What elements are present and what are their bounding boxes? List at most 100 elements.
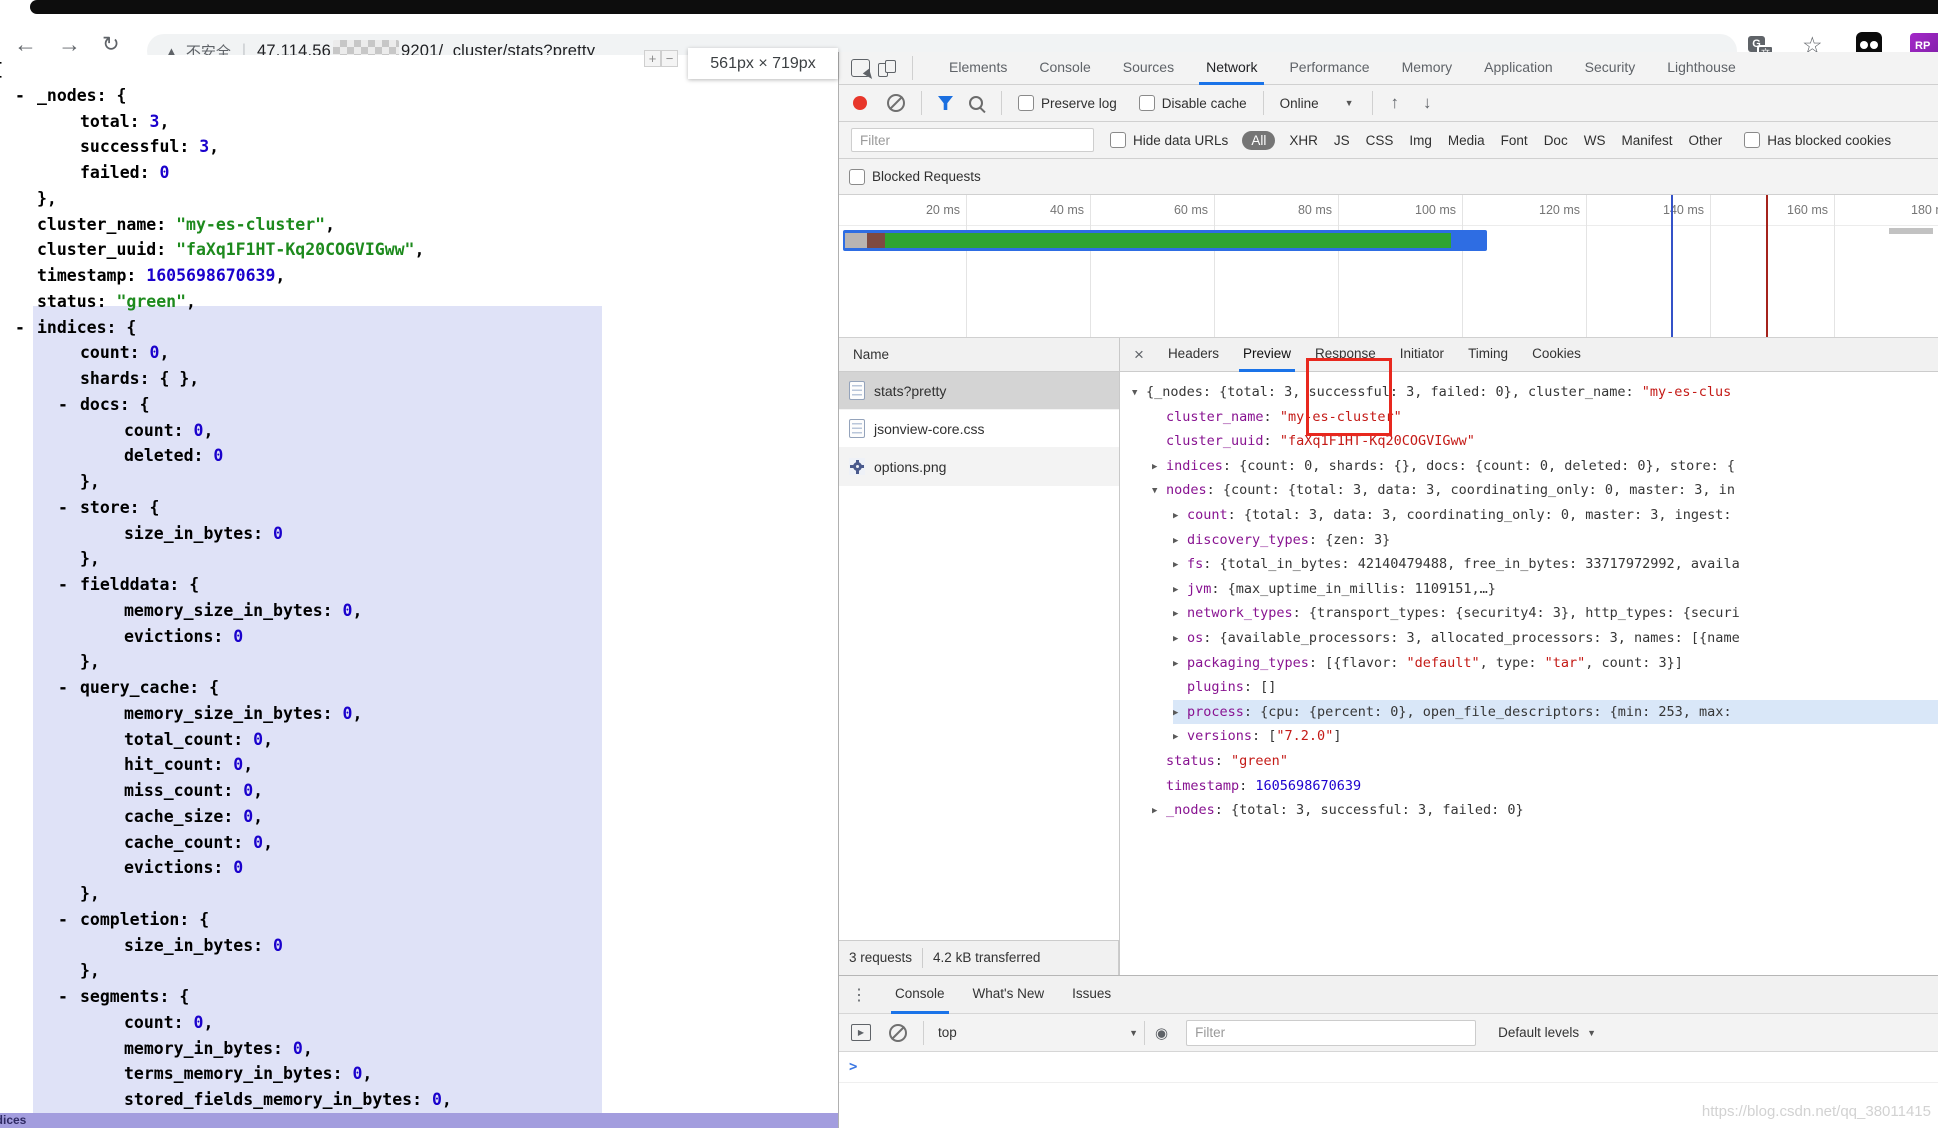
collapse-toggle-icon[interactable]: -: [58, 984, 80, 1010]
collapse-toggle-icon[interactable]: -: [15, 315, 37, 341]
reload-icon[interactable]: ↻: [102, 33, 120, 56]
detail-tab-preview[interactable]: Preview: [1231, 338, 1303, 372]
search-icon[interactable]: [969, 96, 983, 110]
tab-network[interactable]: Network: [1193, 52, 1270, 85]
preview-line[interactable]: ▼ {_nodes: {total: 3, successful: 3, fail…: [1132, 380, 1938, 405]
triangle-closed-icon[interactable]: ▶: [1173, 725, 1187, 750]
live-expression-eye-icon[interactable]: ◉: [1155, 1024, 1168, 1042]
collapse-toggle-icon[interactable]: -: [58, 572, 80, 598]
tab-console[interactable]: Console: [1026, 52, 1103, 85]
drawer-tab-issues[interactable]: Issues: [1058, 976, 1125, 1014]
preview-line[interactable]: ▶ discovery_types: {zen: 3}: [1173, 528, 1938, 553]
detail-tab-timing[interactable]: Timing: [1456, 338, 1520, 372]
type-pill-doc[interactable]: Doc: [1544, 133, 1568, 148]
filter-funnel-icon[interactable]: [938, 96, 953, 110]
triangle-closed-icon[interactable]: ▶: [1173, 529, 1187, 554]
tab-performance[interactable]: Performance: [1276, 52, 1382, 85]
device-toolbar-icon[interactable]: [878, 59, 896, 77]
close-icon[interactable]: ×: [1120, 345, 1156, 365]
triangle-closed-icon[interactable]: ▶: [1173, 504, 1187, 529]
request-row-jsonview-core-css[interactable]: jsonview-core.css: [839, 410, 1119, 448]
network-filter-input[interactable]: [851, 128, 1094, 152]
console-filter-input[interactable]: [1186, 1019, 1477, 1046]
export-har-icon[interactable]: ↓: [1423, 93, 1432, 113]
preview-line[interactable]: ▶ process: {cpu: {percent: 0}, open_file_…: [1173, 699, 1938, 726]
request-row-options-png[interactable]: options.png: [839, 448, 1119, 486]
triangle-closed-icon[interactable]: ▶: [1173, 627, 1187, 652]
tab-lighthouse[interactable]: Lighthouse: [1654, 52, 1749, 85]
type-pill-css[interactable]: CSS: [1366, 133, 1394, 148]
console-prompt-row[interactable]: >: [839, 1052, 1938, 1083]
preview-line[interactable]: ▶ versions: ["7.2.0"]: [1173, 724, 1938, 749]
type-pill-js[interactable]: JS: [1334, 133, 1350, 148]
tab-elements[interactable]: Elements: [936, 52, 1020, 85]
triangle-closed-icon[interactable]: ▶: [1173, 652, 1187, 677]
throttling-dropdown[interactable]: Online ▼: [1280, 96, 1354, 111]
tab-sources[interactable]: Sources: [1110, 52, 1187, 85]
preview-line[interactable]: ▶ fs: {total_in_bytes: 42140479488, free_…: [1173, 552, 1938, 577]
back-icon[interactable]: ←: [14, 33, 37, 56]
type-pill-media[interactable]: Media: [1448, 133, 1485, 148]
type-pill-img[interactable]: Img: [1409, 133, 1432, 148]
triangle-open-icon[interactable]: ▼: [1132, 381, 1146, 406]
clear-icon[interactable]: [887, 94, 905, 112]
preserve-log-checkbox[interactable]: [1018, 95, 1034, 111]
console-clear-icon[interactable]: [889, 1023, 907, 1042]
preview-line[interactable]: ▼ nodes: {count: {total: 3, data: 3, coor…: [1152, 478, 1938, 503]
collapse-toggle-icon[interactable]: -: [58, 392, 80, 418]
triangle-closed-icon[interactable]: ▶: [1173, 602, 1187, 627]
collapse-toggle-icon[interactable]: -: [58, 907, 80, 933]
preview-line[interactable]: ▶ count: {total: 3, data: 3, coordinating…: [1173, 503, 1938, 528]
record-icon[interactable]: [853, 96, 867, 110]
type-pill-all[interactable]: All: [1242, 130, 1276, 150]
log-levels-dropdown[interactable]: Default levels ▼: [1498, 1025, 1596, 1040]
panel-splitter[interactable]: [1119, 338, 1120, 975]
triangle-open-icon[interactable]: ▼: [1152, 479, 1166, 504]
tab-security[interactable]: Security: [1572, 52, 1649, 85]
execution-context-dropdown[interactable]: top ▼: [938, 1025, 1138, 1040]
zoom-out-button[interactable]: −: [661, 50, 678, 67]
preview-line[interactable]: ▶ jvm: {max_uptime_in_millis: 1109151,…}: [1173, 577, 1938, 602]
type-pill-ws[interactable]: WS: [1584, 133, 1606, 148]
preview-line[interactable]: ▶ os: {available_processors: 3, allocated…: [1173, 626, 1938, 651]
preview-line[interactable]: ▶ indices: {count: 0, shards: {}, docs: {…: [1152, 454, 1938, 479]
requests-name-column-header[interactable]: Name: [839, 338, 1119, 372]
drawer-tab-console[interactable]: Console: [881, 976, 959, 1014]
preview-line[interactable]: ▶ network_types: {transport_types: {secur…: [1173, 601, 1938, 626]
has-blocked-cookies-checkbox[interactable]: [1744, 132, 1761, 148]
disable-cache-checkbox[interactable]: [1138, 95, 1155, 111]
preview-line[interactable]: status: "green": [1152, 749, 1938, 774]
type-pill-font[interactable]: Font: [1501, 133, 1528, 148]
blocked-requests-checkbox[interactable]: [849, 168, 865, 185]
preview-line[interactable]: cluster_uuid: "faXq1F1HT-Kq20COGVIGww": [1152, 429, 1938, 454]
preview-line[interactable]: timestamp: 1605698670639: [1152, 774, 1938, 799]
zoom-in-button[interactable]: +: [644, 50, 661, 67]
collapse-toggle-icon[interactable]: -: [15, 83, 37, 109]
type-pill-manifest[interactable]: Manifest: [1621, 133, 1672, 148]
preview-line[interactable]: ▶ packaging_types: [{flavor: "default", t…: [1173, 651, 1938, 676]
detail-tab-initiator[interactable]: Initiator: [1388, 338, 1456, 372]
inspect-element-icon[interactable]: [851, 59, 870, 77]
kebab-menu-icon[interactable]: ⋮: [839, 985, 881, 1005]
request-row-stats-pretty[interactable]: stats?pretty: [839, 372, 1119, 410]
detail-tab-headers[interactable]: Headers: [1156, 338, 1231, 372]
triangle-closed-icon[interactable]: ▶: [1152, 799, 1166, 824]
preview-line[interactable]: cluster_name: "my-es-cluster": [1152, 405, 1938, 430]
hide-data-urls-checkbox[interactable]: [1110, 132, 1126, 148]
triangle-closed-icon[interactable]: ▶: [1173, 553, 1187, 578]
collapse-toggle-icon[interactable]: -: [58, 495, 80, 521]
detail-tab-cookies[interactable]: Cookies: [1520, 338, 1593, 372]
collapse-toggle-icon[interactable]: -: [58, 675, 80, 701]
triangle-closed-icon[interactable]: ▶: [1173, 701, 1187, 726]
drawer-tab-what-s-new[interactable]: What's New: [959, 976, 1059, 1014]
triangle-closed-icon[interactable]: ▶: [1152, 455, 1166, 480]
import-har-icon[interactable]: ↑: [1391, 93, 1400, 113]
preview-line[interactable]: plugins: []: [1173, 675, 1938, 700]
network-overview-timeline[interactable]: 20 ms 40 ms 60 ms 80 ms 100 ms 120 ms 140 ms 16…: [839, 195, 1938, 338]
console-sidebar-icon[interactable]: ▶: [851, 1024, 871, 1041]
type-pill-xhr[interactable]: XHR: [1289, 133, 1318, 148]
type-pill-other[interactable]: Other: [1688, 133, 1722, 148]
forward-icon[interactable]: →: [58, 33, 81, 56]
triangle-closed-icon[interactable]: ▶: [1173, 578, 1187, 603]
tab-memory[interactable]: Memory: [1389, 52, 1466, 85]
